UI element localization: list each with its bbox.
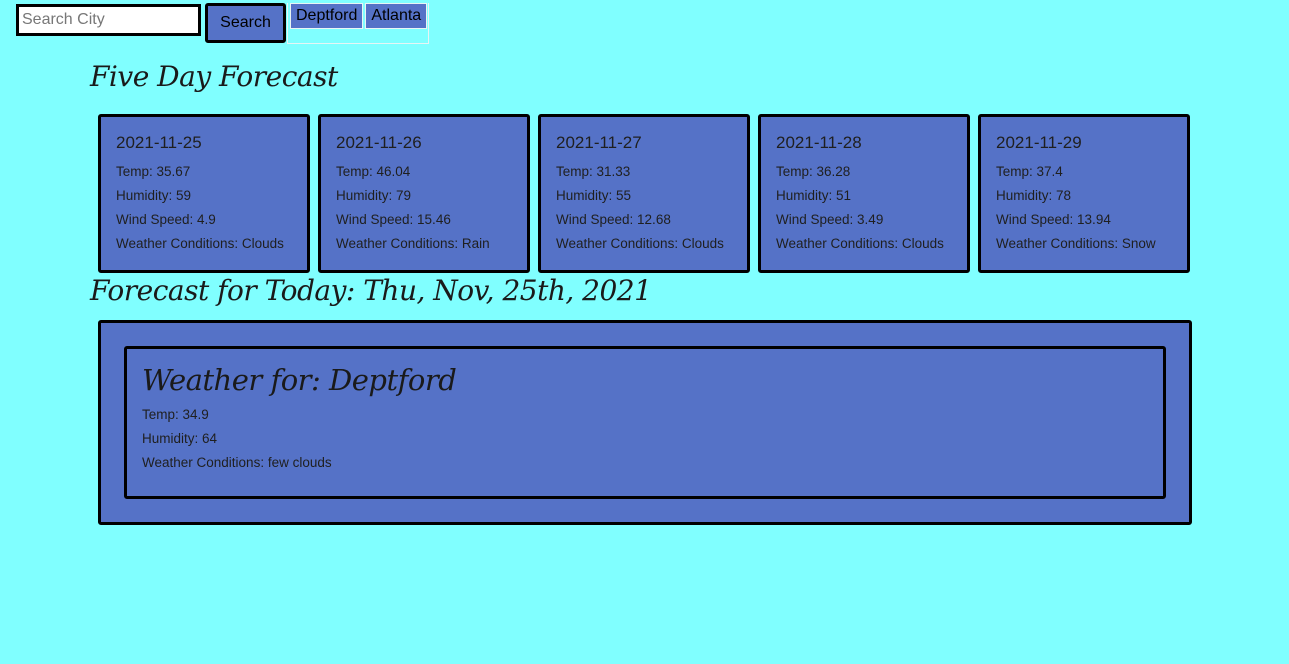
forecast-card: 2021-11-28 Temp: 36.28 Humidity: 51 Wind… [758,114,970,273]
five-day-forecast-title: Five Day Forecast [90,60,338,93]
card-conditions: Weather Conditions: Clouds [776,236,944,251]
history-button-deptford[interactable]: Deptford [290,3,364,29]
forecast-cards: 2021-11-25 Temp: 35.67 Humidity: 59 Wind… [98,114,1190,273]
card-wind-speed: Wind Speed: 15.46 [336,212,451,227]
card-wind-speed: Wind Speed: 13.94 [996,212,1111,227]
card-temp: Temp: 37.4 [996,164,1063,179]
search-button[interactable]: Search [205,3,286,43]
search-history: Deptford Atlanta [287,3,430,44]
card-temp: Temp: 31.33 [556,164,631,179]
forecast-card: 2021-11-25 Temp: 35.67 Humidity: 59 Wind… [98,114,310,273]
today-forecast-panel: Weather for: Deptford Temp: 34.9 Humidit… [98,320,1192,525]
card-conditions: Weather Conditions: Clouds [556,236,724,251]
card-date: 2021-11-27 [556,133,642,152]
card-date: 2021-11-28 [776,133,862,152]
card-date: 2021-11-29 [996,133,1082,152]
card-humidity: Humidity: 79 [336,188,412,203]
search-bar: Search Deptford Atlanta [16,3,430,44]
today-conditions: Weather Conditions: few clouds [142,455,332,470]
card-temp: Temp: 35.67 [116,164,191,179]
card-humidity: Humidity: 51 [776,188,852,203]
history-button-atlanta[interactable]: Atlanta [365,3,428,29]
today-forecast-title: Forecast for Today: Thu, Nov, 25th, 2021 [90,274,652,307]
card-wind-speed: Wind Speed: 3.49 [776,212,884,227]
forecast-card: 2021-11-26 Temp: 46.04 Humidity: 79 Wind… [318,114,530,273]
card-temp: Temp: 36.28 [776,164,851,179]
card-humidity: Humidity: 59 [116,188,192,203]
card-date: 2021-11-25 [116,133,202,152]
card-wind-speed: Wind Speed: 4.9 [116,212,216,227]
card-conditions: Weather Conditions: Clouds [116,236,284,251]
card-temp: Temp: 46.04 [336,164,411,179]
forecast-card: 2021-11-29 Temp: 37.4 Humidity: 78 Wind … [978,114,1190,273]
card-conditions: Weather Conditions: Rain [336,236,490,251]
card-humidity: Humidity: 55 [556,188,632,203]
card-conditions: Weather Conditions: Snow [996,236,1156,251]
search-input[interactable] [16,4,201,36]
forecast-card: 2021-11-27 Temp: 31.33 Humidity: 55 Wind… [538,114,750,273]
card-date: 2021-11-26 [336,133,422,152]
today-city-heading: Weather for: Deptford [142,363,457,397]
today-weather-card: Weather for: Deptford Temp: 34.9 Humidit… [124,346,1166,499]
card-humidity: Humidity: 78 [996,188,1072,203]
card-wind-speed: Wind Speed: 12.68 [556,212,671,227]
today-humidity: Humidity: 64 [142,431,218,446]
today-temp: Temp: 34.9 [142,407,209,422]
